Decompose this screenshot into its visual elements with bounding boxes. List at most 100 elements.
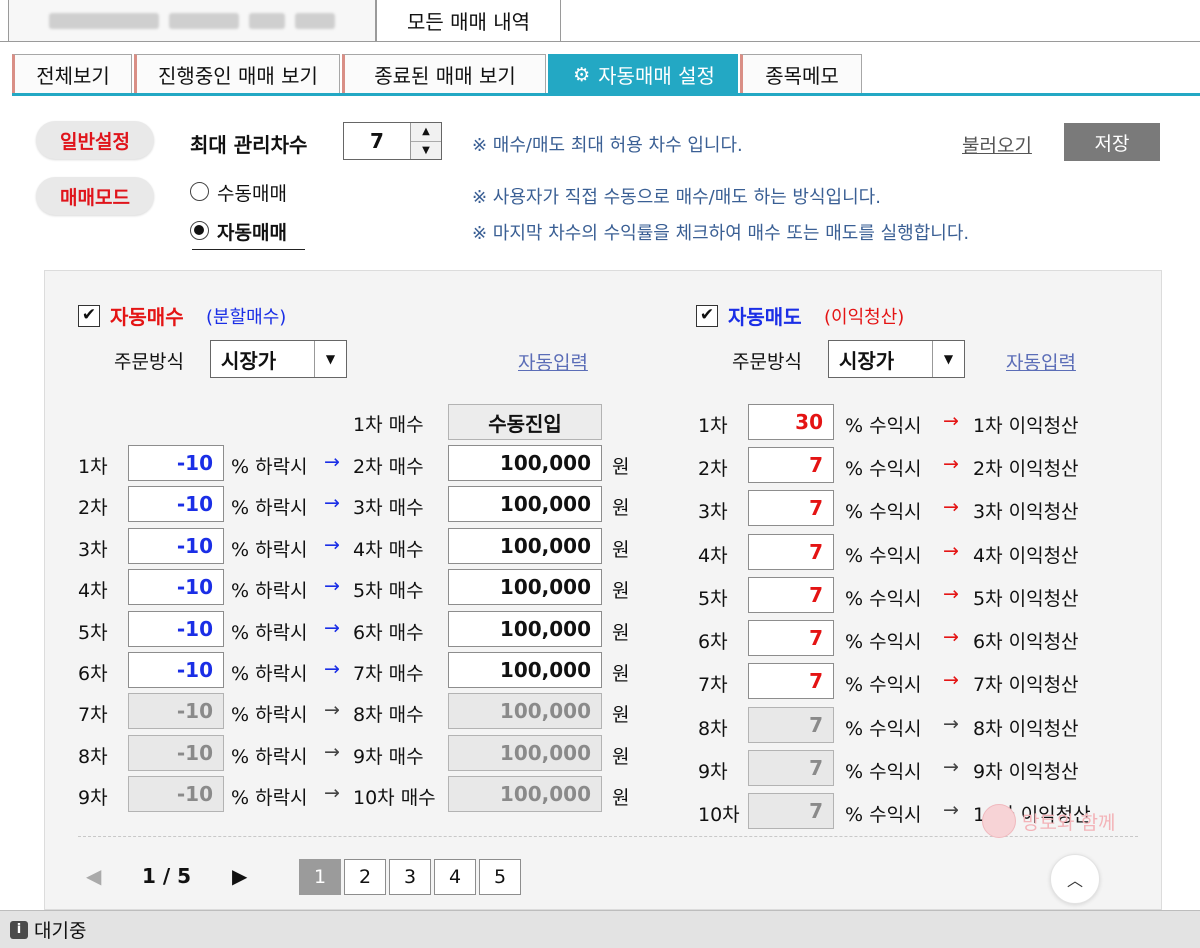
auto-buy-checkbox[interactable]: ✔	[78, 305, 100, 327]
buy-drop-pct-input[interactable]: -10	[128, 611, 224, 647]
general-settings-badge: 일반설정	[36, 121, 154, 159]
tab-all-trades[interactable]: 모든 매매 내역	[376, 0, 561, 42]
tab-finished[interactable]: 종료된 매매 보기	[342, 54, 546, 94]
tab-in-progress[interactable]: 진행중인 매매 보기	[134, 54, 340, 94]
page-button-3[interactable]: 3	[389, 859, 431, 895]
sell-profit-pct-input[interactable]: 30	[748, 404, 834, 440]
max-steps-value[interactable]: 7	[344, 123, 411, 159]
load-link[interactable]: 불러오기	[962, 131, 1032, 158]
manual-trade-label[interactable]: 수동매매	[217, 179, 287, 206]
sell-row-target: 1차 이익청산	[973, 415, 1079, 437]
spin-up-icon[interactable]: ▲	[411, 123, 441, 142]
auto-buy-title: 자동매수	[110, 305, 184, 329]
status-bar: i 대기중	[0, 910, 1200, 948]
max-steps-note: ※ 매수/매도 최대 허용 차수 입니다.	[472, 135, 743, 156]
next-page-icon[interactable]: ▶	[232, 864, 247, 888]
chevron-up-icon: ︿	[1066, 871, 1083, 890]
buy-row-target: 4차 매수	[353, 539, 424, 561]
buy-row-unit: 원	[612, 704, 630, 726]
page-button-1[interactable]: 1	[299, 859, 341, 895]
buy-row-condition: % 하락시	[231, 580, 308, 602]
buy-amount-input[interactable]: 100,000	[448, 569, 602, 605]
sell-profit-pct-input[interactable]: 7	[748, 707, 834, 743]
sell-profit-pct-input[interactable]: 7	[748, 577, 834, 613]
tab-view-all[interactable]: 전체보기	[12, 54, 132, 94]
buy-amount-input[interactable]: 100,000	[448, 776, 602, 812]
buy-row-unit: 원	[612, 539, 630, 561]
sell-profit-pct-input[interactable]: 7	[748, 490, 834, 526]
sell-order-type-select[interactable]: 시장가 ▼	[828, 340, 965, 378]
sell-auto-input-link[interactable]: 자동입력	[1006, 348, 1076, 375]
page-button-5[interactable]: 5	[479, 859, 521, 895]
buy-amount-input[interactable]: 100,000	[448, 528, 602, 564]
sell-profit-pct-input[interactable]: 7	[748, 750, 834, 786]
buy-row-unit: 원	[612, 580, 630, 602]
sell-row-condition: % 수익시	[845, 588, 922, 610]
watermark-text: 망토와 함께	[1022, 811, 1116, 834]
tab-finished-label: 종료된 매매 보기	[374, 64, 516, 88]
buy-amount-input[interactable]: 100,000	[448, 445, 602, 481]
tab-stock-memo[interactable]: 종목메모	[740, 54, 862, 94]
sell-row-step: 4차	[698, 545, 728, 567]
sell-row-step: 8차	[698, 718, 728, 740]
chevron-down-icon[interactable]: ▼	[932, 341, 964, 377]
arrow-right-icon: →	[943, 540, 959, 562]
sell-row-target: 7차 이익청산	[973, 674, 1079, 696]
manual-trade-radio[interactable]	[190, 182, 209, 201]
buy-amount-input[interactable]: 100,000	[448, 486, 602, 522]
tab-blurred-account[interactable]	[8, 0, 376, 42]
buy-amount-input[interactable]: 100,000	[448, 735, 602, 771]
sell-profit-pct-input[interactable]: 7	[748, 663, 834, 699]
buy-drop-pct-input[interactable]: -10	[128, 735, 224, 771]
auto-trade-radio[interactable]	[190, 221, 209, 240]
arrow-right-icon: →	[324, 782, 340, 804]
auto-sell-checkbox[interactable]: ✔	[696, 305, 718, 327]
buy-amount-input[interactable]: 100,000	[448, 693, 602, 729]
page-button-4[interactable]: 4	[434, 859, 476, 895]
chevron-down-icon[interactable]: ▼	[314, 341, 346, 377]
buy-amount-input[interactable]: 100,000	[448, 611, 602, 647]
sell-profit-pct-input[interactable]: 7	[748, 793, 834, 829]
sell-row-target: 3차 이익청산	[973, 501, 1079, 523]
buy-auto-input-link[interactable]: 자동입력	[518, 348, 588, 375]
arrow-right-icon: →	[324, 699, 340, 721]
buy-row-target: 10차 매수	[353, 787, 436, 809]
buy-drop-pct-input[interactable]: -10	[128, 445, 224, 481]
auto-trade-label[interactable]: 자동매매	[217, 218, 287, 245]
sell-row-target: 2차 이익청산	[973, 458, 1079, 480]
tab-view-all-label: 전체보기	[36, 64, 110, 88]
buy-row-step: 2차	[78, 497, 108, 519]
buy-row-condition: % 하락시	[231, 497, 308, 519]
buy-drop-pct-input[interactable]: -10	[128, 693, 224, 729]
buy-order-type-select[interactable]: 시장가 ▼	[210, 340, 347, 378]
spin-down-icon[interactable]: ▼	[411, 141, 441, 159]
buy-drop-pct-input[interactable]: -10	[128, 569, 224, 605]
sell-profit-pct-input[interactable]: 7	[748, 620, 834, 656]
buy-drop-pct-input[interactable]: -10	[128, 776, 224, 812]
buy-drop-pct-input[interactable]: -10	[128, 486, 224, 522]
sell-profit-pct-input[interactable]: 7	[748, 534, 834, 570]
buy-row-unit: 원	[612, 622, 630, 644]
save-button[interactable]: 저장	[1064, 123, 1160, 161]
tab-auto-trade-settings-label: 자동매매 설정	[598, 64, 715, 88]
tab-auto-trade-settings[interactable]: ⚙ 자동매매 설정	[548, 54, 738, 94]
max-steps-spinner[interactable]: 7 ▲ ▼	[343, 122, 442, 160]
manual-trade-note: ※ 사용자가 직접 수동으로 매수/매도 하는 방식입니다.	[472, 187, 881, 208]
buy-row-target: 2차 매수	[353, 456, 424, 478]
buy-row-condition: % 하락시	[231, 663, 308, 685]
buy-amount-input[interactable]: 100,000	[448, 652, 602, 688]
sell-profit-pct-input[interactable]: 7	[748, 447, 834, 483]
buy-row-unit: 원	[612, 663, 630, 685]
scroll-up-button[interactable]: ︿	[1050, 854, 1100, 904]
sell-row-step: 2차	[698, 458, 728, 480]
page-indicator: 1 / 5	[142, 864, 192, 888]
page-button-2[interactable]: 2	[344, 859, 386, 895]
sell-row-condition: % 수익시	[845, 804, 922, 826]
buy-drop-pct-input[interactable]: -10	[128, 528, 224, 564]
arrow-right-icon: →	[324, 658, 340, 680]
tab-all-trades-label: 모든 매매 내역	[406, 10, 531, 34]
buy-row-step: 3차	[78, 539, 108, 561]
prev-page-icon[interactable]: ◀	[86, 864, 101, 888]
buy-drop-pct-input[interactable]: -10	[128, 652, 224, 688]
buy-row-step: 1차	[78, 456, 108, 478]
